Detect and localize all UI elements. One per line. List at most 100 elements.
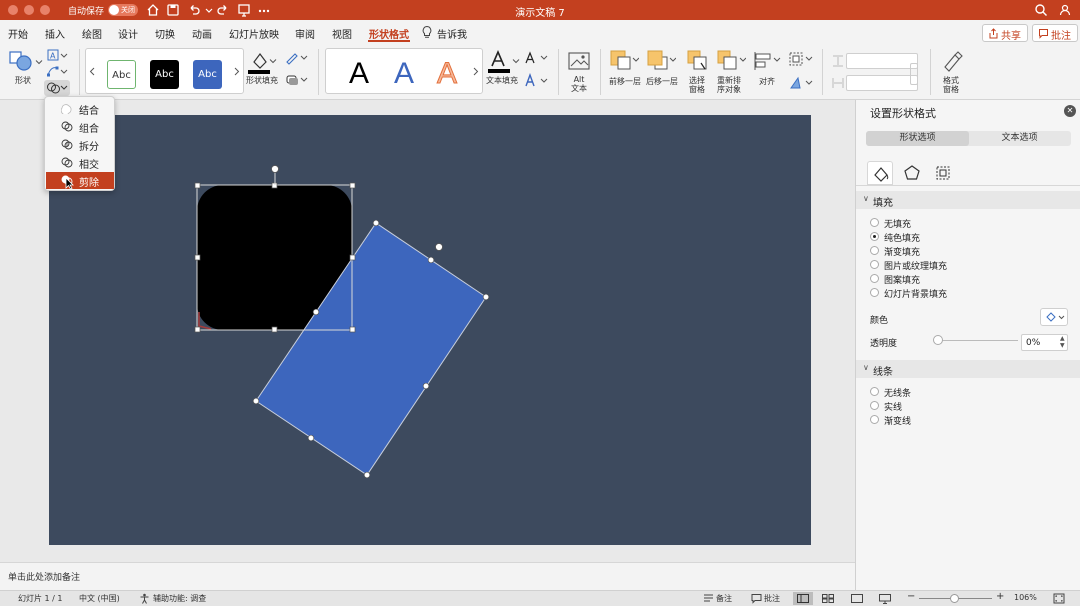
transparency-value: 0%: [1026, 338, 1041, 348]
width-icon: [832, 78, 844, 88]
search-icon[interactable]: [1033, 2, 1049, 18]
fill-color-picker[interactable]: [1040, 308, 1068, 326]
comment-icon: [1039, 29, 1048, 39]
transparency-slider-thumb[interactable]: [933, 335, 943, 345]
notes-placeholder: 单击此处添加备注: [8, 573, 81, 583]
text-effects-icon[interactable]: [522, 73, 550, 89]
fit-slide-icon[interactable]: [1053, 593, 1065, 604]
notes-area[interactable]: 单击此处添加备注: [0, 562, 855, 590]
wordart-sample-blue[interactable]: A: [394, 57, 414, 91]
shape-height-input[interactable]: [846, 53, 918, 69]
share-button[interactable]: 共享: [982, 24, 1028, 42]
shapes-dropdown-icon[interactable]: [35, 58, 43, 66]
merge-intersect[interactable]: 相交: [46, 154, 114, 171]
shape-width-input[interactable]: [846, 75, 918, 91]
tab-design[interactable]: 设计: [118, 26, 138, 41]
slide-counter: 幻灯片 1 / 1: [18, 594, 63, 603]
transparency-slider[interactable]: [936, 340, 1018, 341]
accessibility-status[interactable]: 辅助功能: 调查: [153, 593, 206, 604]
color-label: 颜色: [870, 316, 889, 326]
tab-slideshow[interactable]: 幻灯片放映: [229, 26, 279, 41]
wordart-sample-black[interactable]: A: [349, 57, 369, 91]
align-icon[interactable]: [752, 50, 782, 72]
zoom-in-button[interactable]: +: [996, 591, 1004, 602]
tab-shape-format[interactable]: 形状格式: [369, 26, 409, 41]
style-sample-blue[interactable]: Abc: [193, 60, 222, 89]
merge-union[interactable]: 结合: [46, 100, 114, 117]
merge-combine[interactable]: 组合: [46, 118, 114, 135]
shapes-icon[interactable]: [9, 50, 35, 72]
fill-color-icon: [1046, 312, 1065, 322]
comments-button[interactable]: 批注: [1032, 24, 1078, 42]
lightbulb-icon: [422, 25, 432, 38]
notes-toggle[interactable]: 备注: [716, 593, 732, 604]
tab-text-options[interactable]: 文本选项: [968, 131, 1071, 146]
tab-review[interactable]: 审阅: [295, 26, 315, 41]
edit-shape-icon[interactable]: [46, 64, 68, 78]
style-sample-black[interactable]: Abc: [150, 60, 179, 89]
send-backward-icon[interactable]: [646, 49, 676, 73]
text-box-icon[interactable]: A: [46, 48, 68, 62]
wordart-gallery: A A A: [325, 48, 483, 94]
merge-fragment[interactable]: 拆分: [46, 136, 114, 153]
merge-subtract[interactable]: 剪除: [46, 172, 114, 189]
intersect-icon: [61, 157, 73, 168]
zoom-level[interactable]: 106%: [1014, 593, 1037, 602]
bring-forward-icon[interactable]: [609, 49, 639, 73]
tab-view[interactable]: 视图: [332, 26, 352, 41]
account-icon[interactable]: [1058, 2, 1074, 18]
fill-line-tab[interactable]: [867, 161, 893, 185]
bring-forward-label: 前移一层: [609, 77, 641, 86]
accessibility-icon: [140, 593, 149, 604]
style-sample-outline[interactable]: Abc: [107, 60, 136, 89]
comments-toggle[interactable]: 批注: [764, 593, 780, 604]
size-properties-tab[interactable]: [930, 161, 956, 185]
effects-tab[interactable]: [899, 161, 925, 185]
line-section-header[interactable]: ∨ 线条: [856, 360, 1080, 378]
text-fill-icon[interactable]: [486, 48, 514, 74]
transparency-input[interactable]: 0% ▲ ▼: [1021, 334, 1068, 351]
shape-fill-dropdown-icon[interactable]: [269, 57, 277, 65]
format-pane-icon[interactable]: [940, 49, 964, 73]
language-indicator[interactable]: 中文 (中国): [79, 593, 120, 604]
alt-text-icon[interactable]: [567, 50, 591, 72]
wordart-next-icon[interactable]: [473, 67, 479, 76]
transparency-stepper[interactable]: ▲ ▼: [1060, 335, 1065, 349]
pentagon-icon: [904, 165, 920, 180]
tab-home[interactable]: 开始: [8, 26, 28, 41]
gallery-next-icon[interactable]: [234, 67, 240, 76]
reorder-objects-icon[interactable]: [716, 49, 746, 73]
tab-insert[interactable]: 插入: [45, 26, 65, 41]
lock-aspect-ratio[interactable]: [910, 63, 918, 85]
reading-view-icon[interactable]: [851, 594, 863, 603]
slideshow-icon[interactable]: [879, 594, 891, 604]
merge-shapes-icon: [47, 82, 68, 94]
comments-icon: [751, 594, 762, 604]
line-section-label: 线条: [873, 367, 893, 378]
selection-pane-icon[interactable]: [686, 49, 710, 73]
pane-close-icon[interactable]: ✕: [1064, 105, 1076, 117]
text-fill-dropdown-icon[interactable]: [512, 57, 520, 65]
tell-me-search[interactable]: 告诉我: [437, 26, 467, 41]
group-objects-icon[interactable]: [788, 51, 814, 67]
shape-effects-icon[interactable]: [284, 73, 310, 87]
zoom-out-button[interactable]: −: [907, 591, 915, 602]
tab-shape-options[interactable]: 形状选项: [866, 131, 969, 146]
title-bar: 自动保存 关闭 演示文稿 7: [0, 0, 1080, 20]
merge-shapes-menu: 结合 组合 拆分 相交 剪除: [44, 96, 115, 191]
rotate-icon[interactable]: [788, 75, 814, 91]
slide-sorter-icon[interactable]: [822, 594, 834, 603]
wordart-sample-orange[interactable]: A: [436, 57, 457, 91]
tab-animations[interactable]: 动画: [192, 26, 212, 41]
gallery-prev-icon[interactable]: [89, 67, 95, 76]
tab-draw[interactable]: 绘图: [82, 26, 102, 41]
merge-union-label: 结合: [79, 106, 99, 117]
tab-transitions[interactable]: 切换: [155, 26, 175, 41]
merge-shapes-button[interactable]: [44, 80, 70, 96]
fill-section-header[interactable]: ∨ 填充: [856, 191, 1080, 209]
union-icon: [61, 104, 72, 114]
zoom-slider-thumb[interactable]: [950, 594, 959, 603]
text-outline-icon[interactable]: [522, 51, 550, 65]
normal-view-button[interactable]: [793, 592, 813, 605]
shape-outline-icon[interactable]: [284, 51, 310, 65]
